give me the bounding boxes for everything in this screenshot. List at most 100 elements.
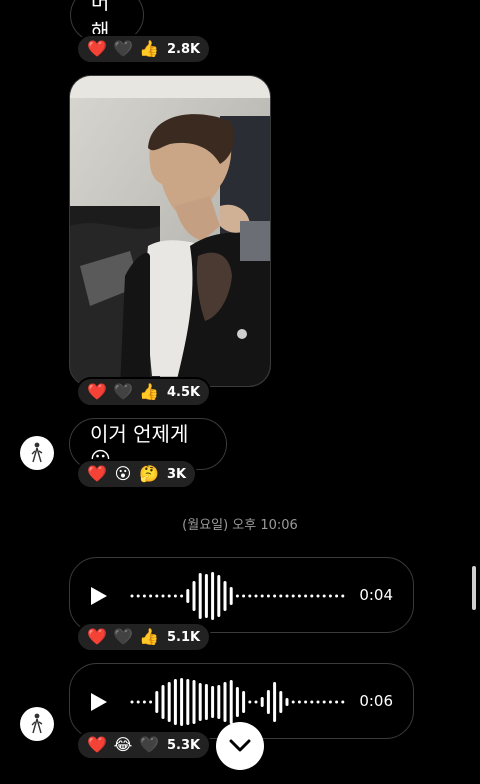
waveform-dot bbox=[297, 594, 301, 598]
thumbs-up-icon: 👍 bbox=[139, 382, 159, 401]
waveform-dot bbox=[341, 700, 345, 704]
waveform-bar bbox=[273, 682, 277, 722]
waveform-dot bbox=[136, 594, 140, 598]
waveform-dot bbox=[304, 700, 308, 704]
waveform-dot bbox=[328, 594, 332, 598]
play-icon[interactable] bbox=[90, 692, 108, 712]
waveform-bar bbox=[186, 679, 190, 725]
thumbs-up-icon: 👍 bbox=[139, 39, 159, 58]
heart-red-icon: ❤️ bbox=[87, 39, 107, 58]
reaction-bar[interactable]: ❤️ 😂 🖤 5.3K bbox=[76, 730, 212, 760]
waveform-bar bbox=[186, 589, 190, 603]
waveform-bar bbox=[167, 682, 171, 722]
heart-red-icon: ❤️ bbox=[87, 464, 107, 483]
waveform-dot bbox=[322, 700, 326, 704]
heart-black-icon: 🖤 bbox=[113, 382, 133, 401]
waveform-dot bbox=[297, 700, 301, 704]
timestamp: (월요일) 오후 10:06 bbox=[182, 518, 298, 533]
play-icon[interactable] bbox=[90, 586, 108, 606]
reaction-count: 3K bbox=[167, 466, 187, 482]
avatar-figure-icon bbox=[31, 442, 43, 463]
heart-black-icon: 🖤 bbox=[139, 735, 159, 754]
waveform-bar bbox=[223, 682, 227, 722]
waveform-bar bbox=[217, 685, 221, 719]
waveform-bar bbox=[279, 691, 283, 713]
waveform-dot bbox=[316, 594, 320, 598]
waveform-dot bbox=[173, 594, 177, 598]
waveform-dot bbox=[335, 594, 339, 598]
waveform-dot bbox=[161, 594, 165, 598]
waveform[interactable] bbox=[128, 571, 348, 621]
waveform-dot bbox=[328, 700, 332, 704]
waveform-bar bbox=[155, 691, 159, 713]
waveform-dot bbox=[142, 594, 146, 598]
waveform-bar bbox=[180, 678, 184, 726]
thumbs-up-icon: 👍 bbox=[139, 627, 159, 646]
waveform-dot bbox=[248, 594, 252, 598]
waveform-dot bbox=[254, 594, 258, 598]
thinking-face-icon: 🤔 bbox=[139, 464, 159, 483]
waveform-bar bbox=[192, 680, 196, 724]
waveform-dot bbox=[248, 700, 252, 704]
waveform-dot bbox=[136, 700, 140, 704]
reaction-count: 2.8K bbox=[167, 41, 201, 57]
waveform-dot bbox=[341, 594, 345, 598]
waveform-bar bbox=[161, 685, 165, 719]
waveform-dot bbox=[291, 594, 295, 598]
reaction-count: 5.1K bbox=[167, 629, 201, 645]
message-photo[interactable] bbox=[69, 75, 271, 387]
heart-black-icon: 🖤 bbox=[113, 627, 133, 646]
waveform-dot bbox=[180, 594, 184, 598]
avatar[interactable] bbox=[20, 436, 54, 470]
waveform-dot bbox=[167, 594, 171, 598]
chevron-down-icon bbox=[229, 739, 251, 752]
voice-duration: 0:04 bbox=[359, 586, 393, 604]
waveform-bar bbox=[266, 690, 270, 714]
waveform-dot bbox=[130, 700, 134, 704]
reaction-bar[interactable]: ❤️ 🖤 👍 5.1K bbox=[76, 622, 212, 652]
scroll-to-bottom-button[interactable] bbox=[216, 722, 264, 770]
waveform-bar bbox=[260, 697, 264, 707]
waveform-dot bbox=[304, 594, 308, 598]
waveform-dot bbox=[335, 700, 339, 704]
waveform-bar bbox=[211, 572, 215, 620]
waveform-bar bbox=[223, 581, 227, 611]
waveform-dot bbox=[242, 594, 246, 598]
waveform-bar bbox=[235, 687, 239, 717]
waveform-dot bbox=[316, 700, 320, 704]
waveform-bar bbox=[204, 684, 208, 720]
voice-duration: 0:06 bbox=[359, 692, 393, 710]
waveform[interactable] bbox=[128, 677, 348, 727]
waveform-dot bbox=[235, 594, 239, 598]
reaction-bar[interactable]: ❤️ 🖤 👍 4.5K bbox=[76, 377, 212, 407]
waveform-dot bbox=[266, 594, 270, 598]
waveform-dot bbox=[279, 594, 283, 598]
waveform-bar bbox=[217, 575, 221, 617]
reaction-count: 5.3K bbox=[167, 737, 201, 753]
reaction-count: 4.5K bbox=[167, 384, 201, 400]
heart-black-icon: 🖤 bbox=[113, 39, 133, 58]
waveform-dot bbox=[254, 700, 258, 704]
waveform-dot bbox=[322, 594, 326, 598]
scrollbar-thumb[interactable] bbox=[472, 566, 476, 610]
waveform-dot bbox=[273, 594, 277, 598]
waveform-bar bbox=[198, 683, 202, 721]
avatar[interactable] bbox=[20, 707, 54, 741]
reaction-bar[interactable]: ❤️ 🖤 👍 2.8K bbox=[76, 34, 212, 64]
waveform-bar bbox=[242, 691, 246, 713]
waveform-bar bbox=[173, 679, 177, 725]
reaction-bar[interactable]: ❤️ 😮 🤔 3K bbox=[76, 459, 198, 489]
waveform-dot bbox=[310, 700, 314, 704]
waveform-dot bbox=[260, 594, 264, 598]
waveform-bar bbox=[285, 698, 289, 706]
heart-red-icon: ❤️ bbox=[87, 735, 107, 754]
waveform-dot bbox=[149, 594, 153, 598]
waveform-dot bbox=[285, 594, 289, 598]
waveform-dot bbox=[291, 700, 295, 704]
waveform-dot bbox=[130, 594, 134, 598]
waveform-bar bbox=[198, 573, 202, 619]
tears-of-joy-face-icon: 😂 bbox=[113, 735, 133, 754]
waveform-dot bbox=[142, 700, 146, 704]
waveform-bar bbox=[211, 686, 215, 718]
waveform-bar bbox=[192, 581, 196, 611]
